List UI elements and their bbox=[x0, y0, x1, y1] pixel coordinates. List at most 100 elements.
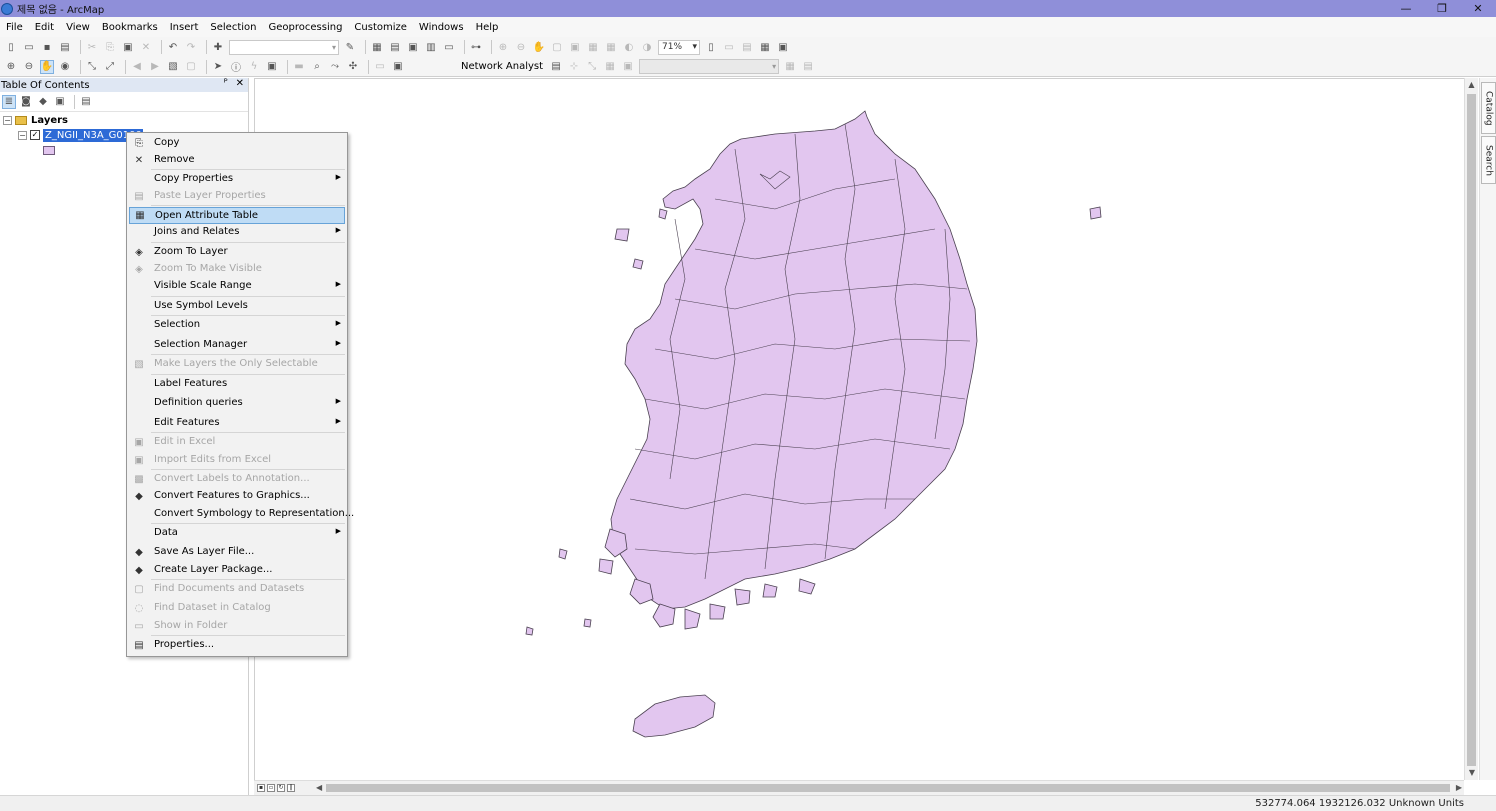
menu-item-create-layer-package[interactable]: ◆ Create Layer Package... bbox=[129, 562, 345, 579]
back-extent-icon[interactable]: ◀ bbox=[130, 60, 144, 74]
add-data-icon[interactable]: ✚ bbox=[211, 40, 225, 54]
list-by-drawing-order-icon[interactable]: ≣ bbox=[2, 94, 16, 109]
pause-drawing-icon[interactable]: ‖ bbox=[287, 784, 295, 792]
select-network-location-icon[interactable]: ⤡ bbox=[585, 60, 599, 74]
menu-item-properties[interactable]: ▤ Properties... bbox=[129, 637, 345, 654]
menu-item-selection[interactable]: Selection ▶ bbox=[129, 317, 345, 334]
measure-icon[interactable]: ▬ bbox=[292, 60, 306, 74]
search-window-icon[interactable]: ▣ bbox=[406, 40, 420, 54]
menu-item-label-features[interactable]: Label Features bbox=[129, 376, 345, 393]
open-icon[interactable]: ▭ bbox=[22, 40, 36, 54]
list-by-source-icon[interactable]: ◙ bbox=[19, 95, 33, 109]
menu-item-copy-properties[interactable]: Copy Properties ▶ bbox=[129, 171, 345, 188]
menu-customize[interactable]: Customize bbox=[354, 22, 407, 33]
redo-icon[interactable]: ↷ bbox=[184, 40, 198, 54]
scroll-down-arrow-icon[interactable]: ▼ bbox=[1465, 766, 1479, 780]
find-route-icon[interactable]: ⤳ bbox=[328, 60, 342, 74]
print-icon[interactable]: ▤ bbox=[58, 40, 72, 54]
map-view[interactable] bbox=[254, 78, 1464, 780]
menu-item-import-edits-from-excel[interactable]: ▣ Import Edits from Excel bbox=[129, 452, 345, 469]
layout-zoom-in-icon[interactable]: ⊕ bbox=[496, 40, 510, 54]
list-by-visibility-icon[interactable]: ◆ bbox=[36, 95, 50, 109]
forward-extent-icon[interactable]: ▶ bbox=[148, 60, 162, 74]
catalog-window-icon[interactable]: ▤ bbox=[388, 40, 402, 54]
layout-zoom-out-icon[interactable]: ⊖ bbox=[514, 40, 528, 54]
scroll-right-arrow-icon[interactable]: ▶ bbox=[1456, 781, 1462, 795]
layer-symbol-swatch[interactable] bbox=[43, 146, 55, 155]
minimize-button[interactable]: — bbox=[1388, 0, 1424, 17]
map-vertical-scrollbar[interactable]: ▲ ▼ bbox=[1464, 78, 1478, 780]
menu-insert[interactable]: Insert bbox=[170, 22, 199, 33]
fixed-zoom-out-tool-icon[interactable]: ⤢ bbox=[103, 60, 117, 74]
scroll-left-arrow-icon[interactable]: ◀ bbox=[316, 781, 322, 795]
zoom-percent-combo[interactable]: 71% ▾ bbox=[658, 39, 700, 55]
change-layout-icon[interactable]: ▤ bbox=[740, 40, 754, 54]
network-properties-icon[interactable]: ▤ bbox=[801, 60, 815, 74]
layer-row[interactable]: − ✓ Z_NGII_N3A_G0100000 bbox=[18, 128, 143, 142]
search-tab[interactable]: Search bbox=[1481, 136, 1496, 184]
menu-item-save-as-layer-file[interactable]: ◆ Save As Layer File... bbox=[129, 544, 345, 561]
menu-edit[interactable]: Edit bbox=[35, 22, 54, 33]
menu-geoprocessing[interactable]: Geoprocessing bbox=[269, 22, 343, 33]
go-to-xy-icon[interactable]: ✣ bbox=[346, 60, 360, 74]
fixed-zoom-in-tool-icon[interactable]: ⤡ bbox=[85, 60, 99, 74]
fixed-zoom-out-icon[interactable]: ▦ bbox=[604, 40, 618, 54]
paste-toolbar-icon[interactable]: ▣ bbox=[121, 40, 135, 54]
solve-icon[interactable]: ▦ bbox=[603, 60, 617, 74]
menu-item-remove[interactable]: ✕ Remove bbox=[129, 152, 345, 169]
menu-item-zoom-to-make-visible[interactable]: ◈ Zoom To Make Visible bbox=[129, 261, 345, 278]
pan-icon[interactable]: ✋ bbox=[40, 59, 54, 74]
zoom-in-icon[interactable]: ⊕ bbox=[4, 60, 18, 74]
menu-item-find-documents-and-datasets[interactable]: ▢ Find Documents and Datasets bbox=[129, 581, 345, 598]
layers-root-row[interactable]: − Layers bbox=[3, 113, 68, 127]
create-network-location-icon[interactable]: ⊹ bbox=[567, 60, 581, 74]
zoom-100-icon[interactable]: ▣ bbox=[568, 40, 582, 54]
scale-combo[interactable]: ▾ bbox=[229, 39, 339, 55]
undo-icon[interactable]: ↶ bbox=[166, 40, 180, 54]
directions-icon[interactable]: ▣ bbox=[621, 60, 635, 74]
zoom-out-icon[interactable]: ⊖ bbox=[22, 60, 36, 74]
editor-icon[interactable]: ✎ bbox=[343, 40, 357, 54]
network-layer-combo[interactable]: ▾ bbox=[639, 59, 780, 74]
menu-selection[interactable]: Selection bbox=[210, 22, 256, 33]
select-elements-icon[interactable]: ➤ bbox=[211, 60, 225, 74]
layer-visibility-checkbox[interactable]: ✓ bbox=[30, 130, 40, 140]
save-icon[interactable]: ▪ bbox=[40, 40, 54, 54]
delete-icon[interactable]: ✕ bbox=[139, 40, 153, 54]
catalog-tab[interactable]: Catalog bbox=[1481, 82, 1496, 134]
go-forward-extent-icon[interactable]: ◑ bbox=[640, 40, 654, 54]
menu-item-selection-manager[interactable]: Selection Manager ▶ bbox=[129, 337, 345, 354]
map-horizontal-scrollbar[interactable]: ◀ ▶ bbox=[314, 781, 1464, 795]
menu-item-make-layers-the-only-selectable[interactable]: ▧ Make Layers the Only Selectable bbox=[129, 356, 345, 373]
menu-item-find-dataset-in-catalog[interactable]: ◌ Find Dataset in Catalog bbox=[129, 600, 345, 617]
menu-item-convert-labels-to-annotation[interactable]: ▩ Convert Labels to Annotation... bbox=[129, 471, 345, 488]
close-window-button[interactable]: ✕ bbox=[1460, 0, 1496, 17]
focus-data-frame-icon[interactable]: ▭ bbox=[722, 40, 736, 54]
select-features-icon[interactable]: ▧ bbox=[166, 60, 180, 74]
toggle-draft-mode-icon[interactable]: ▯ bbox=[704, 40, 718, 54]
menu-item-definition-queries[interactable]: Definition queries ▶ bbox=[129, 395, 345, 412]
toc-pin-icon[interactable]: ᴾ bbox=[224, 78, 228, 89]
find-icon[interactable]: ⌕ bbox=[310, 60, 324, 74]
menu-item-visible-scale-range[interactable]: Visible Scale Range ▶ bbox=[129, 278, 345, 295]
html-popup-icon[interactable]: ▣ bbox=[265, 60, 279, 74]
layout-pan-icon[interactable]: ✋ bbox=[532, 40, 546, 54]
menu-help[interactable]: Help bbox=[476, 22, 499, 33]
data-view-icon[interactable]: ▪ bbox=[257, 784, 265, 792]
menu-item-paste-layer-properties[interactable]: ▤ Paste Layer Properties bbox=[129, 188, 345, 205]
model-builder-icon[interactable]: ⊶ bbox=[469, 40, 483, 54]
cut-icon[interactable]: ✂ bbox=[85, 40, 99, 54]
menu-item-copy[interactable]: ⎘ Copy bbox=[129, 135, 345, 152]
create-viewer-window-icon[interactable]: ▣ bbox=[391, 60, 405, 74]
arctoolbox-icon[interactable]: ▥ bbox=[424, 40, 438, 54]
scroll-up-arrow-icon[interactable]: ▲ bbox=[1465, 78, 1478, 92]
toc-close-icon[interactable]: ✕ bbox=[236, 78, 244, 89]
menu-file[interactable]: File bbox=[6, 22, 23, 33]
toc-options-icon[interactable]: ▤ bbox=[79, 95, 93, 109]
menu-windows[interactable]: Windows bbox=[419, 22, 464, 33]
python-window-icon[interactable]: ▭ bbox=[442, 40, 456, 54]
clear-selection-icon[interactable]: ▢ bbox=[184, 60, 198, 74]
identify-icon[interactable]: ⓘ bbox=[229, 60, 243, 74]
build-network-icon[interactable]: ▦ bbox=[783, 60, 797, 74]
vertical-scroll-thumb[interactable] bbox=[1467, 94, 1476, 766]
